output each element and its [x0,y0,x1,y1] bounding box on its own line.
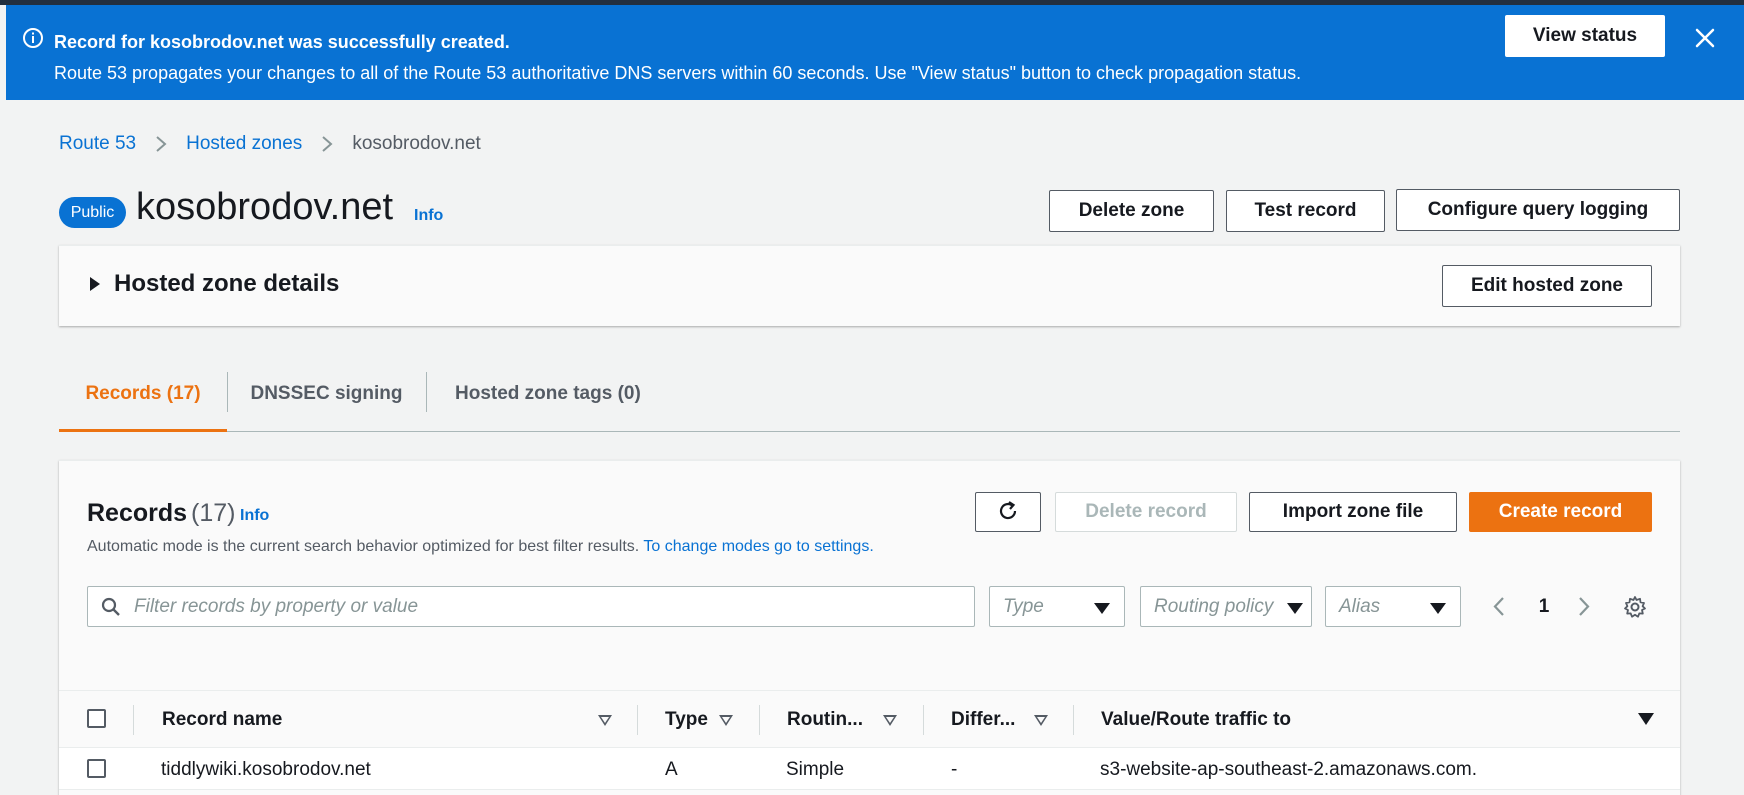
column-divider [637,705,638,735]
caret-down-icon [1430,603,1446,614]
sort-icon[interactable] [719,715,733,726]
column-divider [1073,705,1074,735]
hosted-zone-details-panel: Hosted zone details Edit hosted zone [59,245,1680,326]
table-row[interactable]: tiddlywiki.kosobrodov.net A Simple - s3-… [59,748,1680,790]
breadcrumb-hosted-zones[interactable]: Hosted zones [186,133,302,155]
records-title: Records [87,499,188,527]
search-icon [101,597,120,616]
delete-record-button[interactable]: Delete record [1055,492,1237,532]
chevron-right-icon [322,136,333,152]
sort-icon[interactable] [598,715,612,726]
column-divider [759,705,760,735]
filter-records-input[interactable] [134,587,964,626]
sort-icon[interactable] [1034,715,1048,726]
tab-dnssec-signing[interactable]: DNSSEC signing [227,372,426,432]
cell-routing: Simple [786,759,845,780]
records-description-text: Automatic mode is the current search beh… [87,538,640,555]
routing-policy-select[interactable]: Routing policy [1140,586,1312,627]
column-header-record-name[interactable]: Record name [162,691,282,748]
flash-message: Route 53 propagates your changes to all … [54,63,1302,83]
column-divider [923,705,924,735]
alias-select[interactable]: Alias [1325,586,1461,627]
routing-policy-select-label: Routing policy [1154,596,1274,617]
column-header-value[interactable]: Value/Route traffic to [1101,691,1291,748]
tab-bar: Records (17) DNSSEC signing Hosted zone … [59,372,1680,432]
cell-record-name[interactable]: tiddlywiki.kosobrodov.net [161,759,371,781]
column-divider [133,705,134,735]
refresh-button[interactable] [975,492,1041,532]
caret-down-icon [1094,603,1110,614]
column-header-differentiator[interactable]: Differ... [951,691,1015,748]
tab-hosted-zone-tags[interactable]: Hosted zone tags (0) [426,372,641,432]
column-header-routing[interactable]: Routin... [787,691,863,748]
cell-differentiator: - [951,759,958,780]
sort-icon[interactable] [883,715,897,726]
row-checkbox[interactable] [87,759,106,778]
cell-value: s3-website-ap-southeast-2.amazonaws.com. [1100,759,1478,780]
hosted-zone-details-toggle[interactable]: Hosted zone details [114,270,339,298]
current-page-number[interactable]: 1 [1529,586,1559,627]
chevron-right-icon [156,136,167,152]
gear-icon[interactable] [1623,595,1647,619]
records-panel: Records (17) Info Automatic mode is the c… [59,460,1680,795]
breadcrumb-current: kosobrodov.net [352,133,481,154]
page-title: kosobrodov.net [136,186,394,228]
edit-hosted-zone-button[interactable]: Edit hosted zone [1442,265,1652,307]
success-flash-notification: Record for kosobrodov.net was successful… [6,5,1744,100]
records-info-link[interactable]: Info [240,507,269,525]
change-modes-link[interactable]: To change modes go to settings. [643,538,873,555]
records-count: (17) [191,499,236,527]
sort-descending-icon[interactable] [1638,713,1654,725]
type-select-label: Type [1003,596,1044,617]
select-all-checkbox[interactable] [87,709,106,728]
records-table-header: Record name Type Routin... Differ... Val… [59,690,1680,748]
configure-query-logging-button[interactable]: Configure query logging [1396,189,1680,231]
close-icon[interactable] [1692,25,1718,51]
breadcrumb-route53[interactable]: Route 53 [59,133,136,155]
alias-select-label: Alias [1339,596,1381,617]
column-header-type[interactable]: Type [665,691,708,748]
next-page-icon[interactable] [1569,586,1599,627]
public-badge: Public [59,197,126,228]
delete-zone-button[interactable]: Delete zone [1049,190,1214,232]
type-select[interactable]: Type [989,586,1125,627]
zone-info-link[interactable]: Info [414,207,443,225]
view-status-button[interactable]: View status [1505,15,1665,57]
create-record-button[interactable]: Create record [1469,492,1652,532]
caret-right-icon[interactable] [90,277,100,291]
records-description: Automatic mode is the current search beh… [87,538,874,556]
breadcrumb: Route 53 Hosted zones kosobrodov.net [59,133,481,155]
records-heading: Records (17) [87,499,236,528]
previous-page-icon[interactable] [1484,586,1514,627]
tab-records[interactable]: Records (17) [59,372,227,432]
flash-title: Record for kosobrodov.net was successful… [54,32,510,52]
cell-type: A [665,759,678,780]
refresh-icon [999,500,1017,519]
info-circle-icon [23,28,43,48]
test-record-button[interactable]: Test record [1226,190,1385,232]
import-zone-file-button[interactable]: Import zone file [1249,492,1457,532]
filter-records [87,586,975,627]
caret-down-icon [1287,603,1303,614]
